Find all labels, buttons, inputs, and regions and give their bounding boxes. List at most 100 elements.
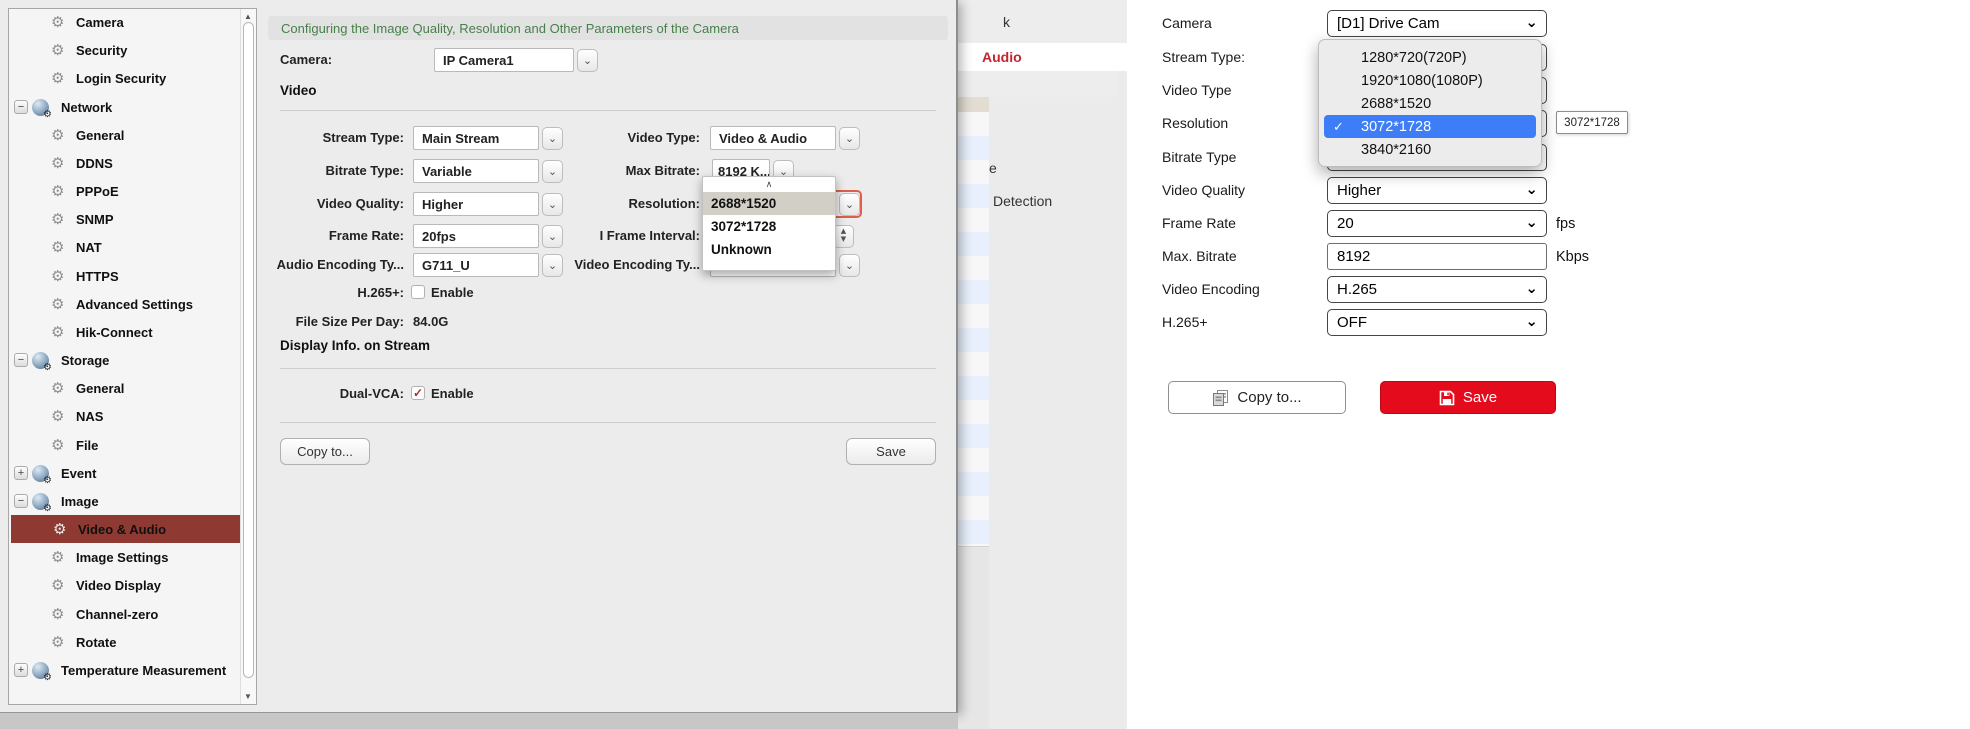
resolution-option[interactable]: 1280*720(720P) bbox=[1324, 46, 1536, 69]
resolution-option[interactable]: ✓3072*1728 bbox=[1324, 115, 1536, 138]
camera-select[interactable]: [D1] Drive Cam ⌄ bbox=[1327, 10, 1547, 37]
h265plus-label: H.265+ bbox=[1162, 314, 1322, 330]
save-icon bbox=[1439, 390, 1455, 406]
checkmark-icon: ✓ bbox=[1333, 119, 1344, 135]
gear-icon: ⚙ bbox=[51, 548, 64, 566]
list-row-stripe bbox=[956, 352, 989, 376]
resolution-option[interactable]: 2688*1520 bbox=[1324, 92, 1536, 115]
save-button[interactable]: Save bbox=[846, 438, 936, 465]
sidebar-item-network[interactable]: −⚙Network bbox=[9, 93, 241, 121]
list-row-stripe bbox=[956, 280, 989, 304]
background-window-strip: k Audio e Detection bbox=[955, 0, 1127, 729]
collapse-icon[interactable]: − bbox=[14, 494, 28, 508]
list-row-stripe bbox=[956, 304, 989, 328]
sidebar-item-event[interactable]: +⚙Event bbox=[9, 459, 241, 487]
expand-icon[interactable]: + bbox=[14, 663, 28, 677]
resolution-option[interactable]: Unknown bbox=[703, 238, 835, 261]
gear-icon: ⚙ bbox=[51, 154, 64, 172]
file-size-value: 84.0G bbox=[413, 314, 448, 329]
sidebar-item-nas[interactable]: ⚙NAS bbox=[9, 402, 241, 430]
resolution-option[interactable]: 2688*1520 bbox=[703, 192, 835, 215]
sidebar-item-security[interactable]: ⚙Security bbox=[9, 36, 241, 64]
list-row-stripe bbox=[956, 376, 989, 400]
sidebar-item-channel-zero[interactable]: ⚙Channel-zero bbox=[9, 600, 241, 628]
sidebar-item-temperature-measurement[interactable]: +⚙Temperature Measurement bbox=[9, 656, 241, 684]
sidebar-item-image-settings[interactable]: ⚙Image Settings bbox=[9, 543, 241, 571]
h265plus-label: H.265+: bbox=[204, 285, 404, 300]
collapse-icon[interactable]: − bbox=[14, 100, 28, 114]
sidebar-scrollbar[interactable]: ▲ ▼ bbox=[240, 9, 257, 704]
video-type-select[interactable]: Video & Audio ⌄ bbox=[710, 126, 860, 150]
resolution-option[interactable]: 3072*1728 bbox=[703, 215, 835, 238]
expand-icon[interactable]: + bbox=[14, 466, 28, 480]
chevron-down-icon: ⌄ bbox=[1525, 312, 1538, 330]
copy-to-button[interactable]: Copy to... bbox=[1168, 381, 1346, 414]
scroll-up-icon[interactable]: ∧ bbox=[703, 177, 835, 192]
gear-icon: ⚙ bbox=[51, 633, 64, 651]
strip-fragment-network: k bbox=[1003, 14, 1010, 30]
resolution-option[interactable]: 3840*2160 bbox=[1324, 138, 1536, 161]
max-bitrate-unit: Kbps bbox=[1556, 249, 1589, 265]
video-quality-select[interactable]: Higher ⌄ bbox=[1327, 177, 1547, 204]
collapse-icon[interactable]: − bbox=[14, 353, 28, 367]
strip-fragment-detection: Detection bbox=[993, 193, 1052, 209]
gear-icon: ⚙ bbox=[51, 407, 64, 425]
file-size-label: File Size Per Day: bbox=[204, 314, 404, 329]
gear-icon: ⚙ bbox=[51, 379, 64, 397]
resolution-dropdown-menu: 1280*720(720P)1920*1080(1080P)2688*1520✓… bbox=[1318, 39, 1542, 167]
bitrate-type-label: Bitrate Type: bbox=[204, 163, 404, 178]
video-encoding-label: Video Encoding bbox=[1162, 281, 1322, 297]
video-type-label: Video Type: bbox=[500, 130, 700, 145]
strip-fragment-image: e bbox=[989, 160, 997, 176]
list-row-stripe bbox=[956, 448, 989, 472]
sidebar-item-file[interactable]: ⚙File bbox=[9, 431, 241, 459]
recorder-settings-panel: Camera Stream Type: Video Type Resolutio… bbox=[1127, 0, 1970, 729]
sidebar-item-image[interactable]: −⚙Image bbox=[9, 487, 241, 515]
scroll-up-icon[interactable]: ▲ bbox=[244, 12, 252, 21]
strip-bottom-area bbox=[956, 547, 989, 729]
video-encoding-label: Video Encoding Ty... bbox=[500, 257, 700, 272]
h265plus-select[interactable]: OFF ⌄ bbox=[1327, 309, 1547, 336]
sidebar-item-video-display[interactable]: ⚙Video Display bbox=[9, 571, 241, 599]
settings-tree-sidebar: ⚙Camera⚙Security⚙Login Security−⚙Network… bbox=[8, 8, 257, 705]
resolution-dropdown-popup: ∧ 2688*15203072*1728Unknown bbox=[702, 176, 836, 271]
list-row-stripe bbox=[956, 112, 989, 136]
list-row-stripe bbox=[956, 208, 989, 232]
gear-icon: ⚙ bbox=[51, 238, 64, 256]
strip-tan-block bbox=[956, 97, 989, 112]
globe-gear-icon: ⚙ bbox=[32, 465, 49, 482]
divider bbox=[280, 368, 936, 369]
dual-vca-checkbox[interactable]: ✓ bbox=[411, 386, 425, 400]
max-bitrate-input[interactable]: 8192 bbox=[1327, 243, 1547, 270]
sidebar-item-login-security[interactable]: ⚙Login Security bbox=[9, 64, 241, 92]
dual-vca-label: Dual-VCA: bbox=[204, 386, 404, 401]
camera-select[interactable]: IP Camera1 ⌄ bbox=[434, 48, 598, 72]
scroll-down-icon[interactable]: ▼ bbox=[244, 692, 252, 701]
sidebar-item-camera[interactable]: ⚙Camera bbox=[9, 8, 241, 36]
frame-rate-label: Frame Rate bbox=[1162, 215, 1322, 231]
h265plus-checkbox[interactable] bbox=[411, 285, 425, 299]
display-info-section-title: Display Info. on Stream bbox=[280, 338, 430, 353]
chevron-down-icon: ⌄ bbox=[839, 127, 860, 150]
frame-rate-select[interactable]: 20 ⌄ bbox=[1327, 210, 1547, 237]
i-frame-interval-label: I Frame Interval: bbox=[500, 228, 700, 243]
spinner-arrows-icon[interactable]: ▲▼ bbox=[833, 225, 854, 248]
sidebar-item-storage[interactable]: −⚙Storage bbox=[9, 346, 241, 374]
frame-rate-label: Frame Rate: bbox=[204, 228, 404, 243]
copy-to-button[interactable]: Copy to... bbox=[280, 438, 370, 465]
resolution-option[interactable]: 1920*1080(1080P) bbox=[1324, 69, 1536, 92]
video-encoding-select[interactable]: H.265 ⌄ bbox=[1327, 276, 1547, 303]
save-button[interactable]: Save bbox=[1380, 381, 1556, 414]
gear-icon: ⚙ bbox=[51, 210, 64, 228]
camera-parameters-dialog: ⚙Camera⚙Security⚙Login Security−⚙Network… bbox=[0, 0, 958, 713]
sidebar-item-rotate[interactable]: ⚙Rotate bbox=[9, 628, 241, 656]
resolution-tooltip: 3072*1728 bbox=[1556, 111, 1628, 134]
desktop-area bbox=[0, 713, 958, 729]
list-row-stripe bbox=[956, 136, 989, 160]
list-row-stripe bbox=[956, 400, 989, 424]
sidebar-item-video-audio[interactable]: ⚙Video & Audio bbox=[11, 515, 243, 543]
gear-icon: ⚙ bbox=[51, 295, 64, 313]
list-row-stripe bbox=[956, 232, 989, 256]
scrollbar-thumb[interactable] bbox=[243, 22, 254, 678]
chevron-down-icon: ⌄ bbox=[1525, 279, 1538, 297]
